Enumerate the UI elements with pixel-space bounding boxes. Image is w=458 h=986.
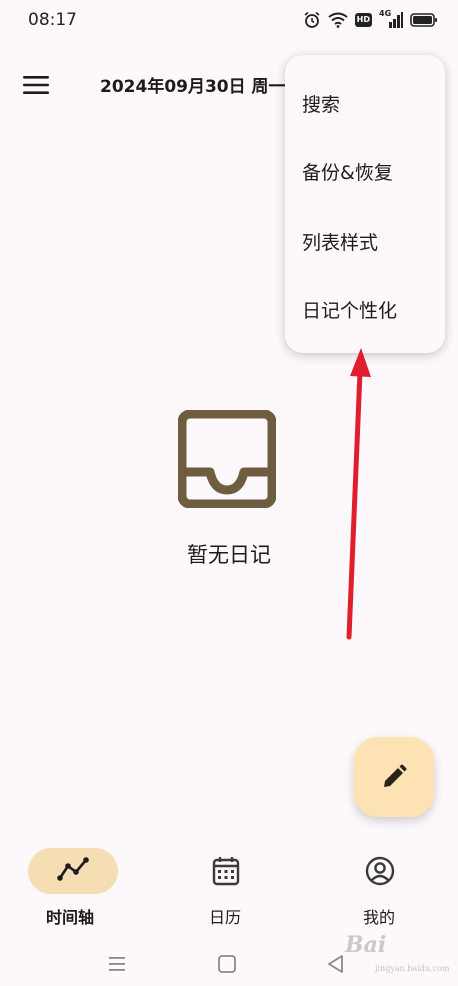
status-time: 08:17 [28,10,77,30]
hd-badge: HD [354,13,372,27]
nav-item-profile[interactable]: 我的 [310,834,450,934]
recents-icon[interactable] [107,955,127,973]
cell-signal: 4G [379,9,403,29]
baidu-watermark: Bai jingyan.baidu.com [335,930,450,982]
nav-label-timeline: 时间轴 [46,908,95,927]
status-bar: 08:17 HD 4G [0,0,458,40]
nav-label-calendar: 日历 [209,908,242,927]
home-icon[interactable] [217,954,237,974]
watermark-url: jingyan.baidu.com [375,964,450,973]
alarm-icon [304,11,320,28]
timeline-icon [57,857,89,881]
nav-label-profile: 我的 [363,908,396,927]
menu-item-list-style[interactable]: 列表样式 [302,228,378,255]
date-title[interactable]: 2024年09月30日 周一 [100,72,286,97]
menu-item-search[interactable]: 搜索 [302,90,340,117]
new-diary-fab[interactable] [354,737,434,817]
profile-icon [365,856,395,886]
empty-state-text: 暂无日记 [187,543,271,567]
menu-item-diary-personalize[interactable]: 日记个性化 [302,296,397,323]
bottom-navigation: 时间轴 日历 我的 [0,834,458,938]
signal-icon [389,12,403,28]
hamburger-menu-icon[interactable] [22,73,50,97]
overflow-menu: 搜索 备份&恢复 列表样式 日记个性化 [285,55,445,353]
status-icons: HD 4G [303,9,438,30]
calendar-icon [212,857,240,886]
menu-item-backup-restore[interactable]: 备份&恢复 [302,158,393,185]
inbox-tray-icon [178,410,276,508]
nav-item-calendar[interactable]: 日历 [159,834,299,934]
nav-item-timeline[interactable]: 时间轴 [0,834,140,934]
wifi-icon [328,12,348,28]
pencil-icon [384,764,407,787]
battery-icon [410,13,437,27]
watermark-logo: Bai [345,932,387,958]
